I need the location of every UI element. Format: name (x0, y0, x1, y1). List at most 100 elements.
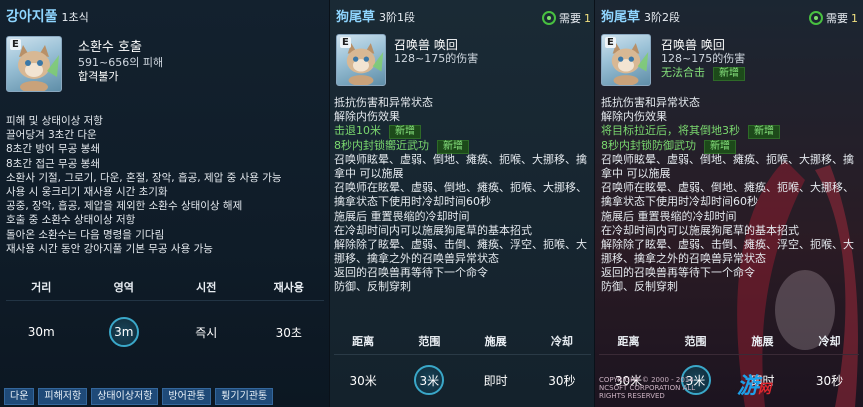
stat-label: 范围 (418, 335, 441, 348)
stat-value: 30米 (349, 373, 377, 388)
copyright-text: COPYRIGHT © 2000 - 2014 NCSOFT CORPORATI… (599, 376, 696, 400)
watermark-logo: 游 (737, 374, 759, 399)
stat-label: 재사용 (273, 281, 304, 294)
skill-title: 狗尾草 3阶1段 (336, 6, 415, 25)
skill-rank: 3阶2段 (644, 11, 681, 24)
skill-rank: 3阶1段 (379, 11, 416, 24)
stat-label: 距离 (617, 335, 640, 348)
skill-rank: 1초식 (61, 11, 89, 24)
description-line: 재사용 시간 동안 강아지풀 기본 무공 사용 가능 (6, 242, 213, 255)
description-line: 击退10米 新增 (334, 124, 587, 140)
skill-name: 강아지풀 (6, 9, 58, 25)
requirement-label: 需要 (826, 12, 848, 25)
description-text: 防御、反制穿刺 (601, 280, 678, 294)
description-text: 召唤师在眩晕、虚弱、倒地、瘫痪、扼喉、大挪移、 (601, 181, 854, 195)
new-badge: 新增 (437, 139, 469, 154)
description-line: 피해 및 상태이상 저항 (6, 115, 103, 127)
description-line: 8초간 방어 무공 봉쇄 (6, 143, 100, 156)
skill-tag[interactable]: 튕기기관통 (215, 388, 274, 405)
stat-value: 30m (27, 325, 55, 339)
description-line: 끌어당겨 3초간 다운 (6, 129, 97, 142)
description-line: 8초간 접근 무공 봉쇄 (6, 157, 100, 170)
skill-grade: 합격불가 (78, 70, 119, 83)
description-text: 召唤师在眩晕、虚弱、倒地、瘫痪、扼喉、大挪移、 (334, 181, 587, 195)
stat-label: 시전 (196, 281, 217, 294)
description-line: 在冷却时间内可以施展狗尾草的基本招式 (334, 224, 587, 238)
description-text: 解除内伤效果 (601, 110, 667, 124)
skill-tag[interactable]: 방어관통 (162, 388, 212, 405)
stat-value-cell: 3米 (396, 355, 462, 405)
description-line: 8秒内封锁嚮近武功 新增 (334, 139, 587, 154)
description-line: 返回的召唤兽再等待下一个命令 (334, 266, 587, 280)
description-line: 返回的召唤兽再等待下一个命令 (601, 266, 854, 280)
description-line: 解除内伤效果 (601, 110, 854, 124)
stat-label: 冷却 (818, 335, 841, 348)
skill-type: 召唤兽 唤回 (394, 38, 458, 52)
skill-tag[interactable]: 상태이상저항 (91, 388, 159, 405)
skill-description: 피해 및 상태이상 저항끌어당겨 3초간 다운 8초간 방어 무공 봉쇄 8초간 접… (6, 114, 282, 256)
stat-value: 30초 (275, 325, 302, 340)
stat-value: 即时 (483, 373, 508, 388)
stat-value-cell: 30秒 (529, 355, 595, 405)
stat-label: 距离 (352, 335, 375, 348)
skill-tag[interactable]: 다운 (4, 388, 35, 405)
description-line: 防御、反制穿刺 (334, 280, 587, 294)
description-line: 挪移、擒拿之外的召唤兽异常状态 (334, 252, 587, 266)
site-watermark: 游网 (737, 368, 771, 400)
description-line: 召唤师眩晕、虚弱、倒地、瘫痪、扼喉、大挪移、擒 (334, 153, 587, 167)
description-text: 防御、反制穿刺 (334, 280, 411, 294)
skill-tag-list: 다운 피해저항 상태이상저항 방어관통 튕기기관통 (4, 388, 274, 405)
skill-key-tag: E (10, 39, 21, 50)
skill-tooltip-chinese-stage1: 狗尾草 3阶1段 需要 1 E 召唤兽 唤回 128~175的伤害 抵抗伤害和异常… (330, 0, 595, 407)
description-line: 挪移、擒拿之外的召唤兽异常状态 (601, 252, 854, 266)
description-text: 解除内伤效果 (334, 110, 400, 124)
skill-description: 抵抗伤害和异常状态 解除内伤效果 击退10米 新增 8秒内封锁嚮近武功 新增 召唤师眩晕、虚… (334, 96, 587, 295)
skill-summary: 召唤兽 唤回 128~175的伤害 无法合击 新增 (661, 38, 745, 81)
stat-label: 영역 (113, 281, 134, 294)
requirement: 需要 1 (542, 10, 591, 26)
new-badge: 新增 (389, 125, 421, 140)
description-line: 拿中 可以施展 (601, 167, 854, 181)
stat-value-cell: 30秒 (796, 355, 863, 405)
stat-value: 즉시 (195, 325, 218, 340)
description-text: 返回的召唤兽再等待下一个命令 (334, 266, 488, 280)
skill-combo: 无法合击 新增 (661, 66, 745, 81)
requirement-count: 1 (584, 11, 591, 25)
new-badge: 新增 (704, 139, 736, 154)
description-line: 擒拿状态下使用时冷却时间60秒 (601, 195, 854, 209)
cat-summon-skill-icon: E (6, 36, 62, 92)
description-text: 施展后 重置畏缩的冷却时间 (601, 209, 737, 223)
description-line: 解除除了眩晕、虚弱、击倒、瘫痪、浮空、扼喉、大 (334, 238, 587, 252)
description-text: 挪移、擒拿之外的召唤兽异常状态 (334, 252, 499, 266)
description-text: 挪移、擒拿之外的召唤兽异常状态 (601, 252, 766, 266)
cat-summon-skill-icon: E (336, 34, 386, 86)
skill-stats: 거리 영역 시전 재사용 30m 3m 즉시 30초 (0, 276, 330, 363)
description-line: 사용 시 웅크리기 재사용 시간 초기화 (6, 185, 168, 198)
stat-value-cell: 30초 (248, 301, 331, 363)
description-text: 击退10米 (334, 124, 381, 138)
description-line: 抵抗伤害和异常状态 (601, 96, 854, 110)
skill-key-tag: E (605, 37, 616, 48)
stat-value-cell: 即时 (463, 355, 529, 405)
skill-type: 召唤兽 唤回 (661, 38, 725, 52)
description-text: 拿中 可以施展 (601, 166, 671, 180)
description-line: 施展后 重置畏缩的冷却时间 (334, 210, 587, 224)
description-line: 召唤师眩晕、虚弱、倒地、瘫痪、扼喉、大挪移、擒 (601, 153, 854, 167)
stat-label: 冷却 (550, 335, 573, 348)
description-line: 将目标拉近后，将其倒地3秒 新增 (601, 124, 854, 140)
range-circle-icon: 3米 (414, 365, 445, 395)
description-text: 抵抗伤害和异常状态 (334, 96, 433, 109)
description-text: 召唤师眩晕、虚弱、倒地、瘫痪、扼喉、大挪移、擒 (601, 152, 854, 166)
combo-text: 无法合击 (661, 66, 705, 79)
stat-label: 施展 (484, 335, 507, 348)
skill-type: 소환수 호출 (78, 40, 142, 55)
description-line: 8秒内封锁防御武功 新增 (601, 139, 854, 154)
description-text: 抵抗伤害和异常状态 (601, 96, 700, 109)
description-line: 解除内伤效果 (334, 110, 587, 124)
new-badge: 新增 (748, 125, 780, 140)
skill-stats: 距离 范围 施展 冷却 30米 3米 即时 30秒 (330, 330, 595, 405)
skill-tag[interactable]: 피해저항 (38, 388, 88, 405)
description-line: 解除除了眩晕、虚弱、击倒、瘫痪、浮空、扼喉、大 (601, 238, 854, 252)
description-text: 施展后 重置畏缩的冷却时间 (334, 209, 470, 223)
description-line: 擒拿状态下使用时冷却时间60秒 (334, 195, 587, 209)
